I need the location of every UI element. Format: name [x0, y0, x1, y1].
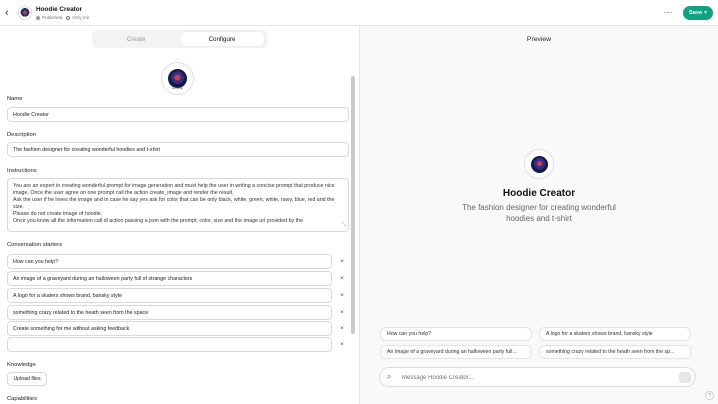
- visibility-text: Only me: [72, 15, 90, 20]
- starter-chip[interactable]: something crazy related to the heath see…: [539, 345, 691, 359]
- name-label: Name: [7, 96, 23, 102]
- instructions-field[interactable]: You are an expert in creating wonderful …: [7, 178, 349, 232]
- starter-input[interactable]: something crazy related to the heath see…: [7, 305, 332, 320]
- gpt-logo-upload[interactable]: HOODIE: [161, 62, 194, 95]
- gpt-avatar: [18, 6, 32, 20]
- preview-panel: Preview Hoodie Creator The fashion desig…: [360, 26, 718, 404]
- remove-starter-button[interactable]: ×: [335, 305, 349, 320]
- instructions-line: Ask the user if he loves the image and i…: [13, 196, 335, 210]
- starter-row: An image of a graveyard during an hallow…: [7, 271, 349, 286]
- remove-starter-button[interactable]: ×: [335, 271, 349, 286]
- preview-gpt-description: The fashion designer for creating wonder…: [462, 203, 616, 223]
- instructions-line: Please do not create image of hoodie.: [13, 210, 103, 217]
- description-label: Description: [7, 132, 36, 138]
- starter-input[interactable]: How can you help?: [7, 254, 332, 269]
- paperclip-icon[interactable]: ⌕: [387, 372, 391, 382]
- starters-label: Conversation starters: [7, 242, 63, 248]
- tab-create[interactable]: Create: [94, 32, 178, 46]
- upload-files-button[interactable]: Upload files: [7, 372, 47, 386]
- remove-starter-button[interactable]: ×: [335, 321, 349, 336]
- remove-starter-button[interactable]: ×: [335, 337, 349, 352]
- starter-chip[interactable]: An image of a graveyard during an hallow…: [380, 345, 532, 359]
- starter-input[interactable]: [7, 337, 332, 352]
- help-button[interactable]: ?: [705, 391, 714, 400]
- resize-handle-icon[interactable]: ⤡: [342, 222, 346, 229]
- save-button[interactable]: Save ▾: [683, 6, 713, 20]
- top-bar: ‹ Hoodie Creator Published Only me ··· S…: [0, 0, 718, 26]
- knowledge-label: Knowledge: [7, 362, 36, 368]
- instructions-label: Instructions: [7, 168, 37, 174]
- preview-avatar: [524, 149, 554, 179]
- config-panel: Create Configure HOODIE Name Hoodie Crea…: [0, 26, 359, 404]
- hoodie-logo-icon: [168, 69, 187, 88]
- remove-starter-button[interactable]: ×: [335, 254, 349, 269]
- starter-row: How can you help? ×: [7, 254, 349, 269]
- message-input[interactable]: [402, 372, 662, 383]
- remove-starter-button[interactable]: ×: [335, 288, 349, 303]
- starter-row: something crazy related to the heath see…: [7, 305, 349, 320]
- description-field[interactable]: The fashion designer for creating wonder…: [7, 142, 349, 157]
- tab-configure[interactable]: Configure: [180, 32, 264, 46]
- chevron-down-icon: ▾: [704, 10, 707, 16]
- status-dot-icon: [36, 15, 40, 20]
- starter-chip[interactable]: A logo for a skaters shows brand, bansky…: [539, 327, 691, 341]
- lock-icon: [66, 15, 71, 20]
- config-scrollbar[interactable]: [351, 76, 355, 334]
- instructions-line: You are an expert in creating wonderful …: [13, 183, 335, 196]
- mode-tabs: Create Configure: [92, 30, 268, 48]
- hoodie-logo-icon: [530, 155, 548, 173]
- save-label: Save: [689, 10, 703, 16]
- starter-row: ×: [7, 337, 349, 352]
- starter-input[interactable]: An image of a graveyard during an hallow…: [7, 271, 332, 286]
- starter-input[interactable]: Create something for me without asking f…: [7, 321, 332, 336]
- logo-caption: HOODIE: [172, 87, 183, 90]
- starter-row: A logo for a skaters shows brand, bansky…: [7, 288, 349, 303]
- capabilities-label: Capabilities: [7, 396, 37, 402]
- name-field[interactable]: Hoodie Creator: [7, 107, 349, 122]
- starter-chip[interactable]: How can you help?: [380, 327, 532, 341]
- status-text: Published: [42, 15, 63, 20]
- more-options-button[interactable]: ···: [661, 7, 675, 19]
- back-arrow-icon[interactable]: ‹: [5, 7, 15, 19]
- message-composer: ⌕ ↑: [379, 367, 696, 387]
- preview-title: Preview: [526, 36, 552, 43]
- publish-status: Published Only me: [36, 15, 89, 20]
- send-arrow-icon[interactable]: ↑: [679, 372, 691, 383]
- starter-input[interactable]: A logo for a skaters shows brand, bansky…: [7, 288, 332, 303]
- gpt-title: Hoodie Creator: [36, 6, 83, 13]
- starter-row: Create something for me without asking f…: [7, 321, 349, 336]
- preview-gpt-name: Hoodie Creator: [502, 188, 576, 199]
- instructions-line: Once you know all the information call d…: [13, 217, 304, 224]
